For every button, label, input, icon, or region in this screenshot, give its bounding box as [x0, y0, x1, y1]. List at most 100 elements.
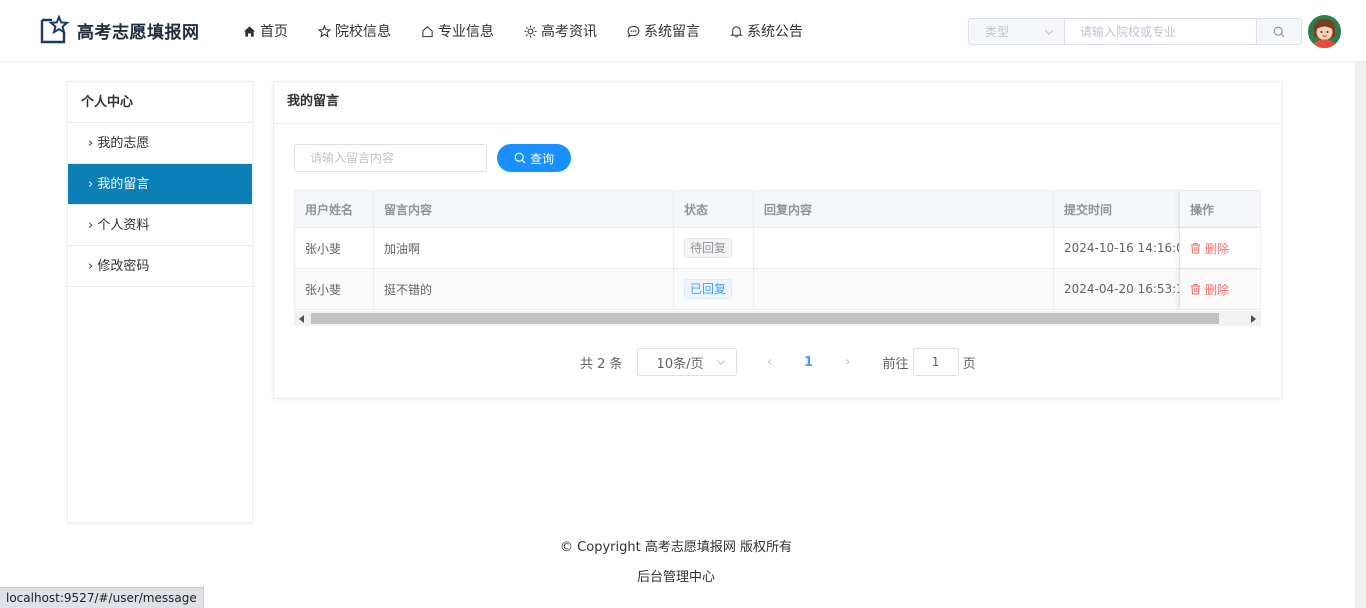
pagination-goto: 前往 页: [883, 348, 976, 376]
scroll-left-arrow-icon[interactable]: [299, 315, 304, 323]
header-search: 类型: [968, 18, 1302, 45]
nav-majors-label: 专业信息: [438, 24, 494, 40]
prev-page-button[interactable]: ‹: [755, 354, 785, 370]
scroll-right-arrow-icon[interactable]: [1251, 315, 1256, 323]
sidebar-item-label: 我的志愿: [97, 136, 150, 151]
goto-prefix: 前往: [882, 356, 909, 372]
table-row: 张小斐 挺不错的 已回复 2024-04-20 16:53:18 删除: [294, 269, 1261, 310]
user-center-sidebar: 个人中心 › 我的志愿 › 我的留言 › 个人资料 › 修改密码: [67, 81, 253, 523]
nav-news-label: 高考资讯: [541, 24, 597, 40]
sidebar-item-my-messages[interactable]: › 我的留言: [68, 164, 252, 205]
nav-colleges-label: 院校信息: [335, 24, 391, 40]
site-title: 高考志愿填报网: [77, 22, 200, 43]
column-header-time[interactable]: 提交时间: [1054, 191, 1180, 227]
my-messages-card: 我的留言 查询 用户姓名 留言内容 状态 回复内容 提交时间 操作 张小斐 加油…: [273, 81, 1282, 399]
delete-button-label: 删除: [1205, 241, 1230, 256]
cell-time: 2024-04-20 16:53:18: [1054, 269, 1180, 309]
search-type-select[interactable]: 类型: [969, 19, 1065, 44]
top-header: 高考志愿填报网 首页 院校信息 专业信息 高考资讯 系统留言 系统公告 类型 请…: [0, 0, 1366, 62]
cell-name: 张小斐: [294, 228, 374, 268]
sidebar-item-profile[interactable]: › 个人资料: [68, 205, 252, 246]
scrollbar-thumb[interactable]: [311, 313, 1219, 324]
search-icon: [1273, 26, 1285, 37]
main-nav: 首页 院校信息 专业信息 高考资讯 系统留言 系统公告: [243, 0, 833, 62]
query-button-label: 查询: [529, 151, 554, 166]
home-icon: [243, 25, 256, 37]
goto-page-input[interactable]: [912, 348, 959, 376]
browser-status-url: localhost:9527/#/user/message: [0, 587, 204, 608]
page-number-current[interactable]: 1: [785, 355, 833, 370]
sidebar-item-change-password[interactable]: › 修改密码: [68, 246, 252, 287]
column-header-actions: 操作: [1180, 191, 1261, 227]
sidebar-item-my-choices[interactable]: › 我的志愿: [68, 123, 252, 164]
message-content-filter-input[interactable]: [294, 144, 487, 172]
page-size-value: 10条/页: [656, 356, 704, 372]
sidebar-title: 个人中心: [68, 82, 252, 123]
sun-icon: [524, 24, 537, 38]
user-avatar[interactable]: [1308, 15, 1341, 48]
chevron-right-icon: ›: [88, 177, 98, 192]
sidebar-item-label: 我的留言: [97, 177, 150, 192]
delete-button[interactable]: 删除: [1190, 281, 1229, 298]
next-page-button[interactable]: ›: [833, 354, 863, 370]
column-header-name[interactable]: 用户姓名: [294, 191, 374, 227]
sidebar-item-label: 个人资料: [97, 218, 150, 233]
cell-actions: 删除: [1180, 269, 1261, 309]
cell-reply: [754, 269, 1054, 309]
nav-messages[interactable]: 系统留言: [627, 21, 700, 41]
search-icon: [514, 152, 526, 164]
admin-center-link[interactable]: 后台管理中心: [0, 566, 1352, 585]
chevron-down-icon: [716, 360, 725, 365]
card-title: 我的留言: [274, 82, 1281, 124]
search-button[interactable]: [1256, 19, 1301, 44]
chevron-down-icon: [1045, 29, 1053, 35]
pagination-total: 共 2 条: [580, 356, 623, 372]
pagination: 共 2 条 10条/页 ‹ 1 › 前往 页: [580, 348, 976, 376]
table-header-row: 用户姓名 留言内容 状态 回复内容 提交时间 操作: [294, 191, 1261, 228]
goto-suffix: 页: [962, 356, 976, 372]
status-badge: 待回复: [684, 238, 733, 258]
delete-button[interactable]: 删除: [1190, 240, 1229, 257]
star-icon: [318, 24, 331, 38]
house-outline-icon: [422, 25, 433, 37]
column-header-reply[interactable]: 回复内容: [754, 191, 1054, 227]
cell-content: 加油啊: [374, 228, 674, 268]
footer-copyright: © Copyright 高考志愿填报网 版权所有: [560, 540, 792, 555]
nav-notices-label: 系统公告: [747, 24, 803, 40]
query-button[interactable]: 查询: [497, 144, 571, 172]
nav-news[interactable]: 高考资讯: [524, 21, 597, 41]
sidebar-item-label: 修改密码: [97, 259, 150, 274]
chat-bubble-icon: [627, 25, 640, 38]
cell-status: 待回复: [674, 228, 754, 268]
avatar-face-icon: [1308, 15, 1341, 48]
search-input[interactable]: [1065, 19, 1256, 44]
column-header-content[interactable]: 留言内容: [374, 191, 674, 227]
cell-status: 已回复: [674, 269, 754, 309]
trash-icon: [1191, 284, 1200, 295]
delete-button-label: 删除: [1205, 282, 1230, 297]
cell-name: 张小斐: [294, 269, 374, 309]
cell-time: 2024-10-16 14:16:08: [1054, 228, 1180, 268]
nav-home[interactable]: 首页: [243, 21, 288, 41]
nav-messages-label: 系统留言: [644, 24, 700, 40]
cell-actions: 删除: [1180, 228, 1261, 268]
bell-icon: [730, 25, 743, 37]
trash-icon: [1191, 243, 1200, 254]
table-horizontal-scrollbar[interactable]: [294, 311, 1261, 326]
site-logo[interactable]: 高考志愿填报网: [38, 15, 200, 45]
chevron-right-icon: ›: [88, 136, 98, 151]
search-type-placeholder: 类型: [985, 25, 1010, 39]
cell-content: 挺不错的: [374, 269, 674, 309]
nav-home-label: 首页: [260, 24, 288, 40]
nav-majors[interactable]: 专业信息: [421, 21, 494, 41]
messages-table: 用户姓名 留言内容 状态 回复内容 提交时间 操作 张小斐 加油啊 待回复 20…: [294, 190, 1261, 310]
nav-colleges[interactable]: 院校信息: [318, 21, 391, 41]
logo-star-icon: [40, 15, 70, 44]
page-vertical-scrollbar[interactable]: [1355, 62, 1366, 608]
chevron-right-icon: ›: [88, 259, 98, 274]
page-size-select[interactable]: 10条/页: [636, 348, 737, 376]
table-row: 张小斐 加油啊 待回复 2024-10-16 14:16:08 删除: [294, 228, 1261, 269]
nav-notices[interactable]: 系统公告: [730, 21, 803, 41]
column-header-status[interactable]: 状态: [674, 191, 754, 227]
cell-reply: [754, 228, 1054, 268]
